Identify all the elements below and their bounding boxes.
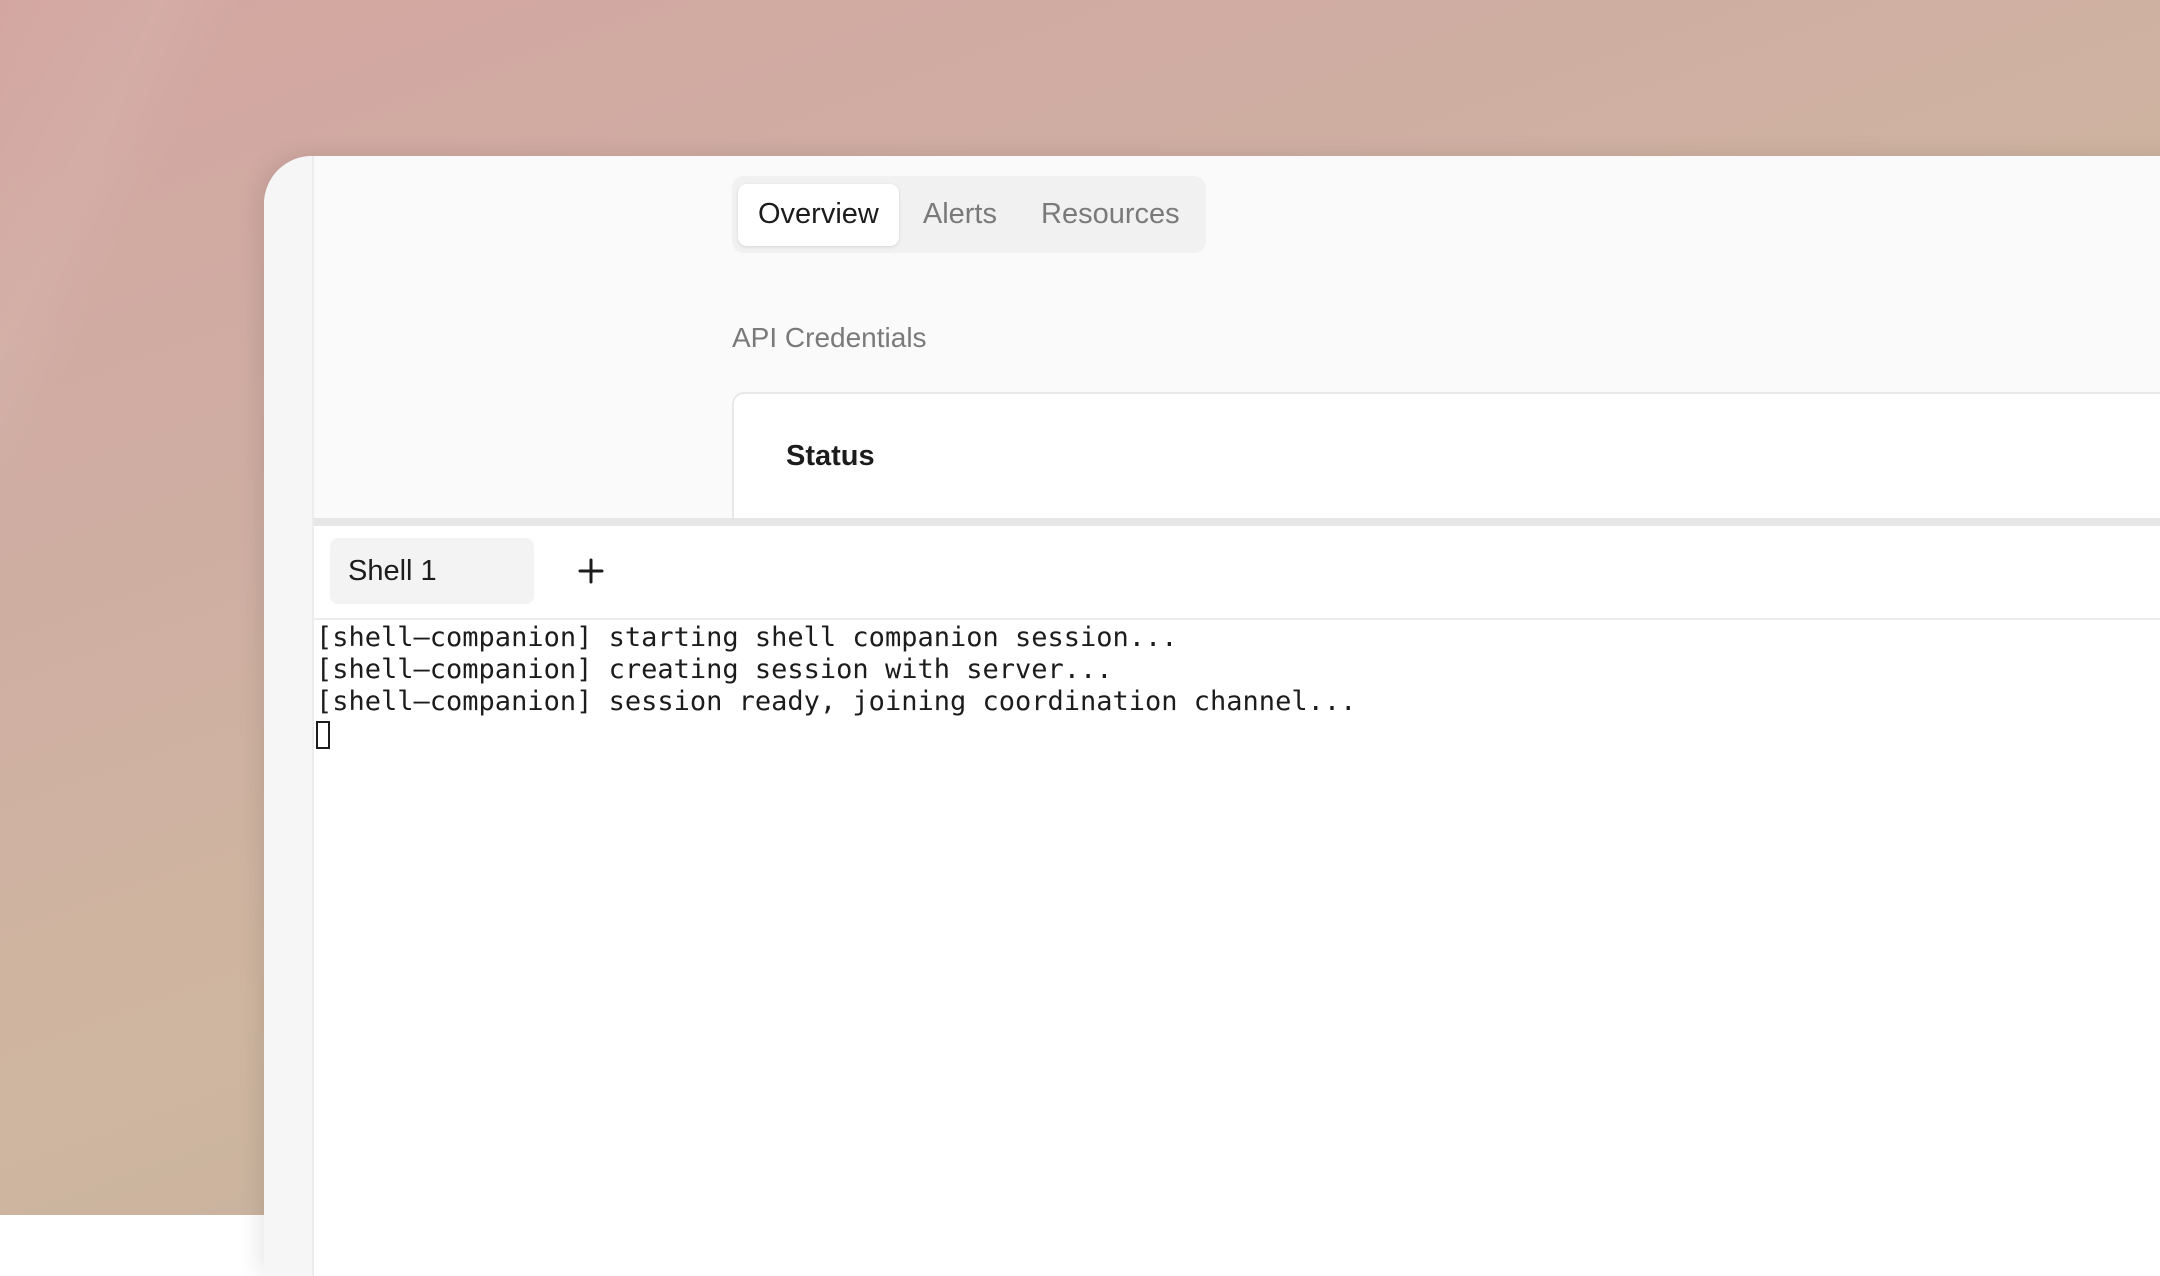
terminal-panel: Shell 1 [shell—companion] starting shell… — [314, 526, 2160, 1276]
terminal-line: [shell—companion] creating session with … — [316, 654, 1113, 685]
terminal-line: [shell—companion] session ready, joining… — [316, 686, 1357, 717]
section-title: API Credentials — [732, 322, 927, 353]
view-tabs: Overview Alerts Resources — [732, 176, 1206, 253]
terminal-tab-shell-1[interactable]: Shell 1 — [330, 538, 534, 604]
terminal-cursor — [316, 720, 330, 749]
terminal-output[interactable]: [shell—companion] starting shell compani… — [316, 618, 2160, 750]
tab-overview[interactable]: Overview — [738, 183, 899, 246]
main-content: Overview Alerts Resources Status — [314, 156, 2160, 552]
terminal-tab-bar: Shell 1 — [314, 526, 2160, 620]
left-rail — [264, 156, 314, 1276]
plus-icon — [578, 558, 604, 584]
card-title: Status — [786, 440, 875, 472]
terminal-line: [shell—companion] starting shell compani… — [316, 622, 1178, 653]
tab-resources[interactable]: Resources — [1021, 184, 1200, 246]
add-terminal-button[interactable] — [558, 538, 624, 604]
app-window: Overview Alerts Resources Status API Cre… — [264, 156, 2160, 1276]
terminal-prompt-line — [316, 718, 2160, 750]
panel-resize-handle[interactable] — [314, 518, 2160, 526]
tab-alerts[interactable]: Alerts — [903, 184, 1017, 246]
